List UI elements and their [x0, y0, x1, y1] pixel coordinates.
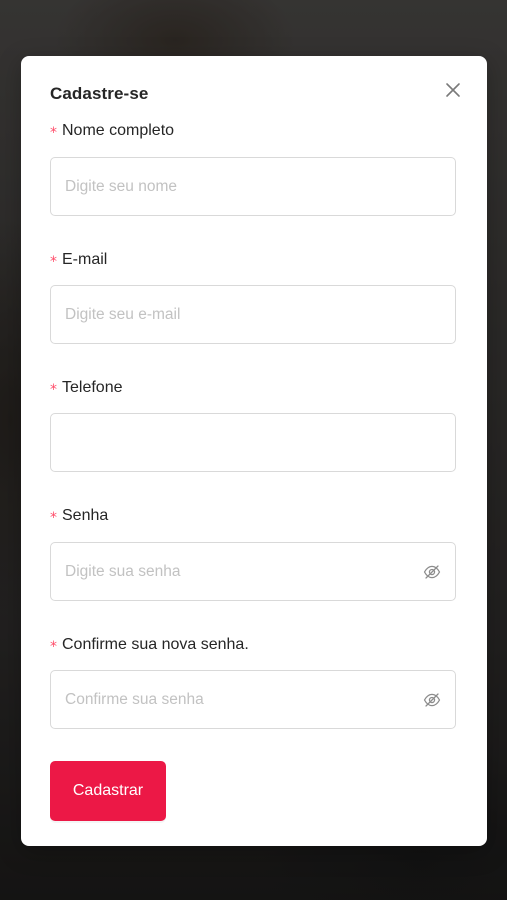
- label-phone: * Telefone: [50, 379, 123, 398]
- label-confirm-password-text: Confirme sua nova senha.: [62, 636, 249, 653]
- label-confirm-password: * Confirme sua nova senha.: [50, 636, 249, 655]
- required-marker: *: [50, 125, 57, 141]
- required-marker: *: [50, 382, 57, 398]
- label-password-text: Senha: [62, 507, 109, 524]
- required-marker: *: [50, 639, 57, 655]
- password-input[interactable]: [51, 543, 455, 600]
- confirm-password-field-box: [50, 670, 456, 729]
- phone-input[interactable]: [51, 414, 455, 471]
- modal-title: Cadastre-se: [50, 84, 149, 103]
- required-marker: *: [50, 254, 57, 270]
- label-full-name-text: Nome completo: [62, 122, 175, 139]
- eye-slash-icon: [423, 692, 441, 707]
- close-button[interactable]: [441, 78, 465, 102]
- label-full-name: * Nome completo: [50, 122, 175, 141]
- signup-modal: Cadastre-se * Nome completo * E-mail * T…: [21, 56, 487, 846]
- label-phone-text: Telefone: [62, 379, 123, 396]
- email-input[interactable]: [51, 286, 455, 343]
- email-field-box: [50, 285, 456, 344]
- full-name-input[interactable]: [51, 158, 455, 215]
- phone-field-box: [50, 413, 456, 472]
- full-name-field-box: [50, 157, 456, 216]
- password-field-box: [50, 542, 456, 601]
- submit-button[interactable]: Cadastrar: [50, 761, 166, 821]
- close-icon: [446, 83, 460, 97]
- eye-slash-icon: [423, 564, 441, 579]
- confirm-password-input[interactable]: [51, 671, 455, 728]
- label-email: * E-mail: [50, 251, 108, 270]
- label-email-text: E-mail: [62, 251, 108, 268]
- toggle-confirm-password-visibility-button[interactable]: [421, 689, 443, 711]
- required-marker: *: [50, 510, 57, 526]
- label-password: * Senha: [50, 507, 109, 526]
- toggle-password-visibility-button[interactable]: [421, 561, 443, 583]
